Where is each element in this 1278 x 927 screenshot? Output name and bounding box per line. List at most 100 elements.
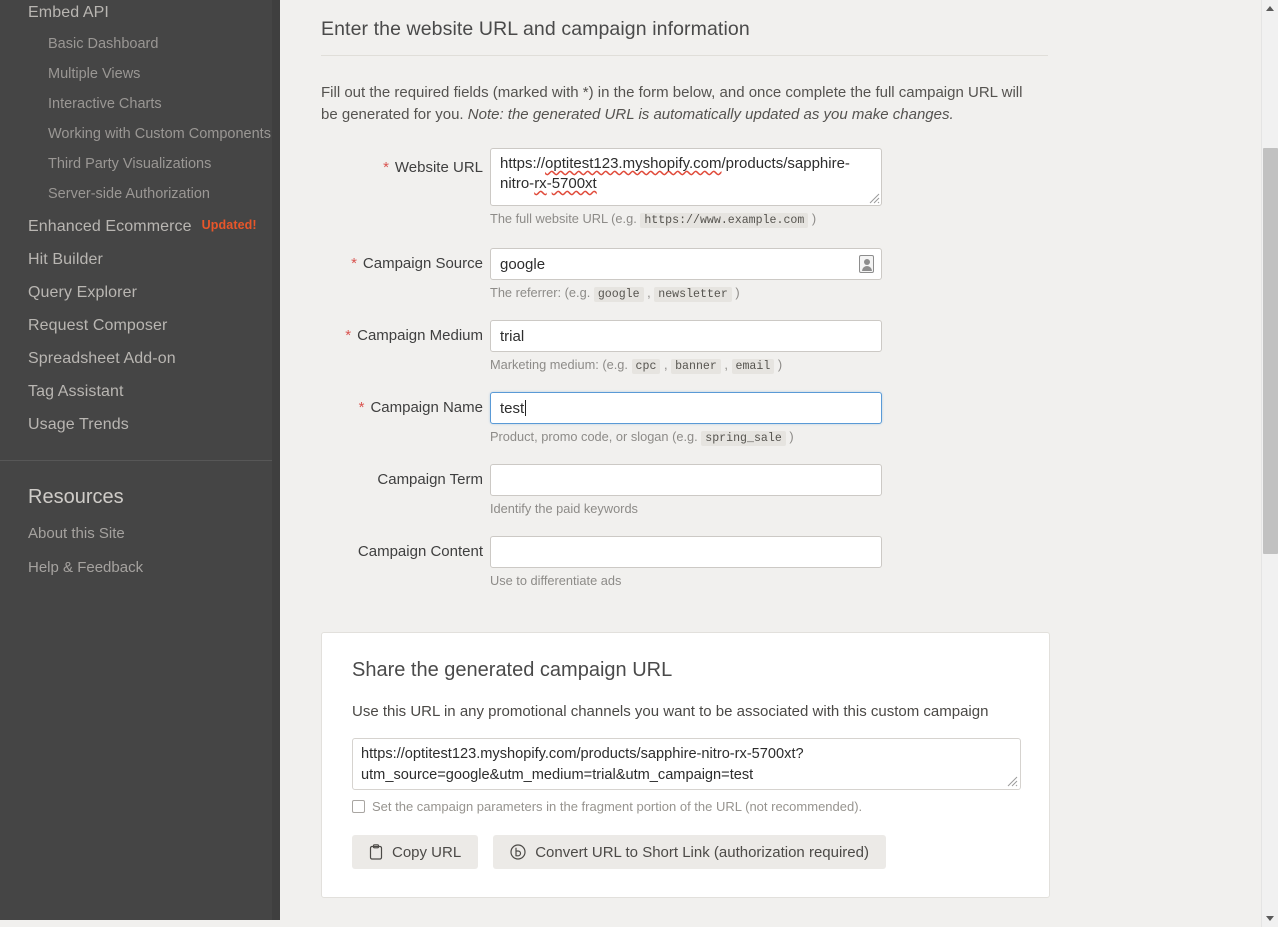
sidebar-item-enhanced-ecommerce[interactable]: Enhanced Ecommerce Updated! (0, 209, 280, 243)
sidebar-item-label: Spreadsheet Add-on (28, 350, 176, 367)
copy-url-button[interactable]: Copy URL (352, 835, 479, 869)
heading-divider (321, 55, 1048, 56)
sidebar: Embed API Basic Dashboard Multiple Views… (0, 0, 280, 920)
sidebar-resources-section: Resources About this Site Help & Feedbac… (0, 461, 272, 585)
campaign-name-help: Product, promo code, or slogan (e.g. spr… (490, 424, 882, 447)
sidebar-item-label: Third Party Visualizations (48, 156, 212, 172)
campaign-source-field-group: The referrer: (e.g. google , newsletter … (490, 248, 882, 303)
scrollbar-thumb[interactable] (1263, 148, 1278, 554)
sidebar-item-label: Interactive Charts (48, 96, 162, 112)
sidebar-item-about-this-site[interactable]: About this Site (0, 517, 272, 551)
sidebar-item-request-composer[interactable]: Request Composer (0, 309, 280, 342)
sidebar-item-multiple-views[interactable]: Multiple Views (0, 59, 280, 89)
campaign-medium-help: Marketing medium: (e.g. cpc , banner , e… (490, 352, 882, 375)
sidebar-item-spreadsheet-add-on[interactable]: Spreadsheet Add-on (0, 342, 280, 375)
required-asterisk: * (351, 255, 357, 272)
campaign-content-input[interactable] (490, 536, 882, 568)
sidebar-item-embed-api[interactable]: Embed API (0, 0, 280, 29)
sidebar-item-label: Help & Feedback (28, 559, 144, 576)
more-information-heading: More information and examples for each p… (321, 898, 1121, 927)
sidebar-item-interactive-charts[interactable]: Interactive Charts (0, 89, 280, 119)
sidebar-item-basic-dashboard[interactable]: Basic Dashboard (0, 29, 280, 59)
app-window: Embed API Basic Dashboard Multiple Views… (0, 0, 1278, 927)
sidebar-item-label: Basic Dashboard (48, 36, 159, 52)
form-row-campaign-name: * Campaign Name test Product, promo code,… (321, 392, 1121, 464)
fragment-checkbox[interactable] (352, 800, 365, 813)
sidebar-item-label: Usage Trends (28, 416, 129, 433)
sidebar-item-label: Enhanced Ecommerce (28, 218, 192, 235)
share-panel-title: Share the generated campaign URL (352, 659, 673, 681)
website-url-help: The full website URL (e.g. https://www.e… (490, 206, 882, 229)
shorten-url-button[interactable]: Convert URL to Short Link (authorization… (493, 835, 886, 869)
sidebar-item-third-party-visualizations[interactable]: Third Party Visualizations (0, 149, 280, 179)
sidebar-item-label: About this Site (28, 525, 125, 542)
sidebar-item-label: Multiple Views (48, 66, 141, 82)
form-row-campaign-term: Campaign Term Identify the paid keywords (321, 464, 1121, 536)
sidebar-item-label: Embed API (28, 4, 109, 21)
help-prefix: Product, promo code, or slogan (e.g. (490, 429, 702, 444)
sidebar-item-usage-trends[interactable]: Usage Trends (0, 408, 280, 441)
help-separator: , (643, 285, 655, 300)
help-code-banner: banner (671, 359, 721, 374)
form-row-campaign-source: * Campaign Source The referrer: (e.g. goo… (321, 248, 1121, 320)
help-suffix: ) (808, 211, 817, 226)
form-row-website-url: * Website URL https://optitest123.myshopi… (321, 148, 1121, 248)
campaign-medium-field-group: Marketing medium: (e.g. cpc , banner , e… (490, 320, 882, 375)
share-panel: Share the generated campaign URL Use thi… (321, 632, 1050, 898)
campaign-name-label: * Campaign Name (321, 398, 483, 418)
campaign-term-input[interactable] (490, 464, 882, 496)
bitly-link-icon (510, 844, 526, 860)
campaign-source-input[interactable] (490, 248, 882, 280)
share-panel-subtitle: Use this URL in any promotional channels… (352, 703, 989, 720)
help-prefix: The referrer: (e.g. (490, 285, 594, 300)
label-text: Website URL (394, 159, 483, 176)
text-caret (525, 400, 527, 416)
sidebar-item-label: Query Explorer (28, 284, 137, 301)
campaign-term-field-group: Identify the paid keywords (490, 464, 882, 517)
sidebar-right-edge (272, 0, 280, 920)
help-suffix: ) (785, 429, 794, 444)
copy-url-button-label: Copy URL (392, 843, 462, 861)
help-code-newsletter: newsletter (654, 287, 732, 302)
sidebar-item-tag-assistant[interactable]: Tag Assistant (0, 375, 280, 408)
help-prefix: The full website URL (e.g. (490, 211, 641, 226)
label-text: Campaign Name (370, 399, 483, 416)
sidebar-item-label: Server-side Authorization (48, 186, 210, 202)
help-separator-2: , (720, 357, 732, 372)
help-code-spring-sale: spring_sale (701, 431, 786, 446)
page-title: Enter the website URL and campaign infor… (321, 18, 750, 40)
campaign-name-input[interactable]: test (490, 392, 882, 424)
help-code-example-url: https://www.example.com (640, 213, 809, 228)
autofill-contact-icon[interactable] (859, 255, 874, 273)
campaign-content-label: Campaign Content (321, 542, 483, 562)
resources-title: Resources (28, 486, 124, 508)
generated-url-textarea[interactable] (352, 738, 1021, 790)
main-content: Enter the website URL and campaign infor… (280, 0, 1258, 927)
sidebar-item-query-explorer[interactable]: Query Explorer (0, 276, 280, 309)
scrollbar-up-arrow[interactable] (1262, 0, 1278, 17)
sidebar-item-working-with-custom-components[interactable]: Working with Custom Components (0, 119, 280, 149)
website-url-label: * Website URL (321, 158, 483, 178)
sidebar-item-label: Tag Assistant (28, 383, 124, 400)
website-url-field-group: https://optitest123.myshopify.com/produc… (490, 148, 882, 229)
help-prefix: Marketing medium: (e.g. (490, 357, 632, 372)
required-asterisk: * (383, 159, 389, 176)
website-url-input[interactable] (490, 148, 882, 206)
page-scrollbar[interactable] (1261, 0, 1278, 927)
share-button-row: Copy URL Convert URL to Short Link (auth… (352, 835, 1019, 869)
fragment-checkbox-row[interactable]: Set the campaign parameters in the fragm… (352, 798, 1019, 815)
required-asterisk: * (345, 327, 352, 344)
help-suffix: ) (774, 357, 783, 372)
sidebar-item-hit-builder[interactable]: Hit Builder (0, 243, 280, 276)
campaign-source-label: * Campaign Source (321, 254, 483, 274)
clipboard-icon (369, 844, 383, 860)
campaign-source-input-wrap (490, 248, 882, 280)
scrollbar-down-arrow[interactable] (1262, 910, 1278, 927)
website-url-textarea-wrap: https://optitest123.myshopify.com/produc… (490, 148, 882, 206)
intro-paragraph: Fill out the required fields (marked wit… (321, 82, 1041, 126)
campaign-medium-input[interactable] (490, 320, 882, 352)
sidebar-item-help-and-feedback[interactable]: Help & Feedback (0, 551, 272, 585)
help-code-google: google (593, 287, 644, 302)
label-text: Campaign Term (377, 471, 483, 488)
sidebar-item-server-side-authorization[interactable]: Server-side Authorization (0, 179, 280, 209)
